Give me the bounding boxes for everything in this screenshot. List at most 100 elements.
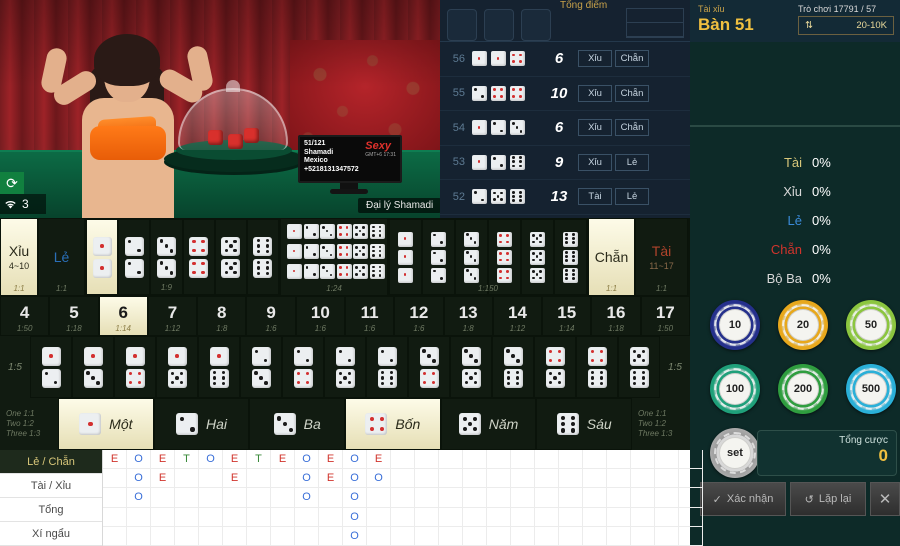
history-row: 55 10 Xỉu Chẵn — [440, 77, 690, 111]
bet-total-14[interactable]: 14 1:12 — [492, 296, 543, 336]
roadmap-cell — [391, 469, 415, 489]
bet-combo-3-4[interactable] — [408, 336, 450, 398]
roadmap-cell: E — [367, 450, 391, 470]
stat-label: Lẻ — [787, 213, 802, 228]
history-tags: Xỉu Chẵn — [578, 119, 649, 137]
set-chip-button[interactable]: set — [710, 428, 760, 478]
roadmap-cell — [487, 469, 511, 489]
total-number: 13 — [458, 303, 478, 322]
bet-total-13[interactable]: 13 1:8 — [443, 296, 493, 336]
history-tag: Chẵn — [615, 50, 649, 68]
chip-10[interactable]: 10 — [710, 300, 760, 350]
history-tags: Xỉu Lẻ — [578, 153, 649, 171]
roadmap-cell: E — [103, 450, 127, 470]
bet-total-8[interactable]: 8 1:8 — [197, 296, 247, 336]
board-row-totals: 4 1:50 5 1:18 6 1:14 7 1:12 8 1:8 9 1:6 10 1:6 11 1:6 12… — [0, 296, 690, 336]
refresh-icon[interactable]: ⟳ — [0, 172, 24, 194]
odds-label: 1:24 — [326, 284, 342, 293]
bet-single-5[interactable]: Năm — [440, 398, 537, 450]
die-face-2 — [491, 120, 506, 136]
bet-tai[interactable]: Tài 11~17 1:1 — [635, 218, 688, 296]
chip-100[interactable]: 100 — [710, 364, 760, 414]
bet-combo-1-5[interactable] — [156, 336, 198, 398]
history-tags: Tài Lẻ — [578, 188, 649, 206]
bet-combo-2-5[interactable] — [324, 336, 366, 398]
chip-500[interactable]: 500 — [846, 364, 896, 414]
die-face-3 — [320, 244, 335, 259]
bet-combo-3-6[interactable] — [492, 336, 534, 398]
bet-total-15[interactable]: 15 1:14 — [542, 296, 592, 336]
single-odds-line: Three 1:3 — [6, 429, 41, 438]
bet-pair-1[interactable] — [86, 219, 119, 295]
bet-pair-3[interactable]: 1:9 — [150, 219, 183, 295]
bet-combo-2-6[interactable] — [366, 336, 408, 398]
bet-total-9[interactable]: 9 1:6 — [246, 296, 296, 336]
bet-combo-1-3[interactable] — [72, 336, 114, 398]
die-face-4 — [510, 85, 525, 101]
history-tags: Xỉu Chẵn — [578, 50, 649, 68]
roadmap-cell: O — [367, 469, 391, 489]
bet-combo-1-2[interactable] — [30, 336, 72, 398]
roadmap-tab[interactable]: Lẻ / Chẵn — [0, 450, 102, 474]
bet-total-7[interactable]: 7 1:12 — [147, 296, 198, 336]
bet-pair-5[interactable] — [214, 219, 247, 295]
chip-20[interactable]: 20 — [778, 300, 828, 350]
die-face-3 — [320, 224, 335, 239]
bet-limit-box[interactable]: ⇅ 20-10K — [798, 16, 894, 35]
bet-combo-1-4[interactable] — [114, 336, 156, 398]
roadmap-cell — [127, 526, 151, 546]
history-round-index: 53 — [452, 156, 465, 169]
roadmap-tab[interactable]: Xí ngẩu — [0, 522, 102, 546]
total-number: 9 — [266, 303, 276, 322]
bet-single-6[interactable]: Sáu — [536, 398, 633, 450]
bet-total-5[interactable]: 5 1:18 — [49, 296, 99, 336]
bet-pair-6[interactable] — [246, 219, 280, 295]
total-number: 14 — [507, 303, 527, 322]
roadmap-grid[interactable]: EOOOEETOEETEOOOEEOOOOOEO — [103, 450, 703, 546]
bet-le[interactable]: Lẻ 1:1 — [38, 218, 85, 296]
bet-xiu[interactable]: Xỉu 4~10 1:1 — [0, 218, 38, 296]
monitor-base — [330, 189, 368, 194]
roadmap-cell: O — [295, 450, 319, 470]
single-odds-line: Two 1:2 — [6, 419, 34, 428]
roadmap-cell — [295, 526, 319, 546]
roadmap-cell: E — [319, 450, 343, 470]
die-face-4 — [125, 368, 145, 388]
bet-single-2[interactable]: Hai — [153, 398, 250, 450]
bet-total-4[interactable]: 4 1:50 — [0, 296, 50, 336]
bet-any-triple[interactable]: 1:24 — [280, 218, 388, 296]
bet-total-12[interactable]: 12 1:6 — [394, 296, 444, 336]
close-button[interactable]: ✕ — [870, 482, 900, 516]
stat-label: Tài — [783, 155, 802, 170]
confirm-button[interactable]: ✓ Xác nhận — [700, 482, 786, 516]
die-face-3 — [461, 346, 481, 366]
bet-total-16[interactable]: 16 1:18 — [591, 296, 641, 336]
bet-total-10[interactable]: 10 1:6 — [295, 296, 345, 336]
bet-combo-2-3[interactable] — [240, 336, 282, 398]
bet-chan[interactable]: Chẵn 1:1 — [588, 218, 635, 296]
bet-single-4[interactable]: Bốn — [345, 398, 441, 450]
bet-single-3[interactable]: Ba — [249, 398, 346, 450]
chip-200[interactable]: 200 — [778, 364, 828, 414]
chip-50[interactable]: 50 — [846, 300, 896, 350]
bet-single-1[interactable]: Một — [58, 398, 154, 450]
bet-pair-2[interactable] — [118, 219, 151, 295]
roadmap-tab[interactable]: Tài / Xỉu — [0, 474, 102, 498]
bet-combo-5-6[interactable] — [618, 336, 660, 398]
roadmap-cell — [631, 507, 655, 527]
roadmap-tab[interactable]: Tổng — [0, 498, 102, 522]
bet-total-6[interactable]: 6 1:14 — [98, 296, 148, 336]
roadmap-cell — [607, 469, 631, 489]
bet-combo-1-6[interactable] — [198, 336, 240, 398]
roadmap-cell — [439, 450, 463, 470]
repeat-button[interactable]: ↺ Lặp lại — [790, 482, 866, 516]
bet-combo-4-5[interactable] — [534, 336, 576, 398]
bet-combo-3-5[interactable] — [450, 336, 492, 398]
bet-combo-4-6[interactable] — [576, 336, 618, 398]
die-face-2 — [41, 368, 61, 388]
bet-total-17[interactable]: 17 1:50 — [640, 296, 690, 336]
bet-total-11[interactable]: 11 1:6 — [344, 296, 395, 336]
die-face-1 — [92, 258, 112, 278]
bet-pair-4[interactable] — [182, 219, 215, 295]
bet-combo-2-4[interactable] — [282, 336, 324, 398]
